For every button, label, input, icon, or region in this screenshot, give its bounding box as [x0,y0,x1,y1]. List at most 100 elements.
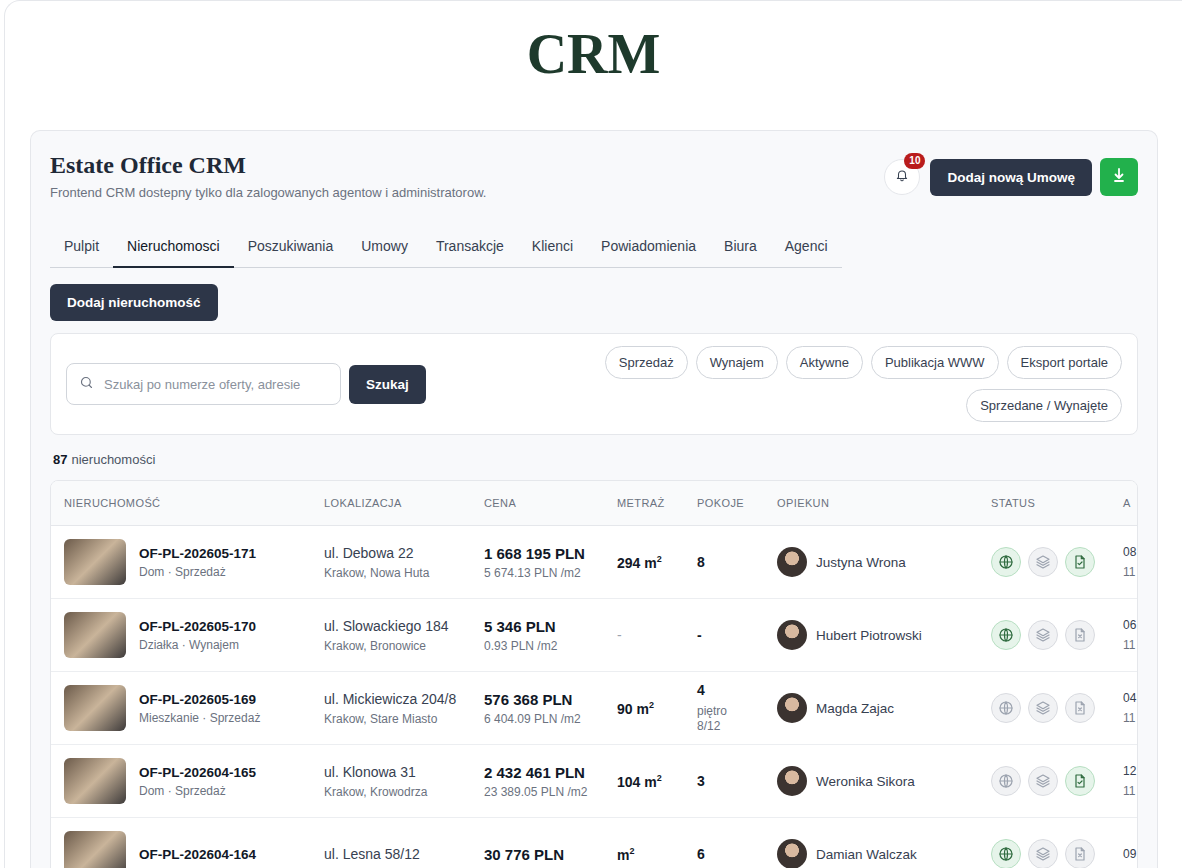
search-button[interactable]: Szukaj [349,365,426,404]
layers-icon[interactable] [1028,547,1058,577]
agent-name[interactable]: Hubert Piotrowski [816,628,922,643]
filter-chip[interactable]: Wynajem [696,346,778,379]
updated-date: 06 [1123,618,1138,632]
updated-time: 11 [1123,784,1138,798]
document-x-icon[interactable] [1065,693,1095,723]
document-check-icon[interactable] [1065,766,1095,796]
area-unit: m [633,700,649,716]
layers-icon[interactable] [1028,839,1058,868]
area-unit: m [617,846,629,862]
table-row[interactable]: OF-PL-202605-170 Działka · Wynajem ul. Slo… [51,599,1138,672]
document-x-icon[interactable] [1065,839,1095,868]
filter-chip[interactable]: Sprzedane / Wynajęte [966,389,1122,422]
filter-chip[interactable]: Eksport portale [1007,346,1122,379]
offer-number[interactable]: OF-PL-202605-169 [139,692,260,707]
add-contract-button[interactable]: Dodaj nową Umowę [930,159,1092,196]
agent-avatar [777,766,807,796]
property-cell: OF-PL-202605-169 Mieszkanie · Sprzedaż [64,685,307,731]
notifications-button[interactable]: 10 [884,159,920,195]
globe-icon[interactable] [991,620,1021,650]
rooms: 4 [697,682,760,698]
area: - [617,627,680,643]
property-type: Działka · Wynajem [139,638,256,652]
table-row[interactable]: OF-PL-202605-171Dom · Sprzedażul. Debowa… [51,526,1138,599]
offer-number[interactable]: OF-PL-202604-165 [139,765,256,780]
tab[interactable]: Poszukiwania [234,228,348,268]
globe-icon[interactable] [991,766,1021,796]
price-per-m2: 5 674.13 PLN /m2 [484,566,600,580]
document-check-icon[interactable] [1065,547,1095,577]
download-icon [1113,168,1125,186]
filter-chips: SprzedażWynajemAktywnePublikacja WWWEksp… [582,346,1122,422]
updated-date: 04 [1123,691,1138,705]
agent-name[interactable]: Magda Zajac [816,701,894,716]
tab[interactable]: Nieruchomosci [113,228,234,268]
tab[interactable]: Agenci [771,228,842,268]
area: 104 m2 [617,773,680,790]
column-header[interactable]: POKOJE [684,481,764,526]
search-input[interactable] [102,376,328,393]
layers-icon[interactable] [1028,620,1058,650]
area-unit-exponent: 2 [629,846,634,856]
tab[interactable]: Umowy [347,228,422,268]
area-value: - [617,627,622,643]
floor: piętro8/12 [697,704,760,734]
download-button[interactable] [1100,158,1138,196]
column-header[interactable]: OPIEKUN [764,481,978,526]
price: 5 346 PLN [484,618,600,635]
agent-name[interactable]: Justyna Wrona [816,555,906,570]
filter-chip[interactable]: Aktywne [786,346,863,379]
add-property-button[interactable]: Dodaj nieruchomość [50,284,218,321]
agent-name[interactable]: Damian Walczak [816,847,917,862]
column-header[interactable]: CENA [471,481,604,526]
column-header[interactable]: A [1110,481,1138,526]
city: Krakow, Nowa Huta [324,566,467,580]
price: 30 776 PLN [484,846,600,863]
document-x-icon[interactable] [1065,620,1095,650]
globe-icon[interactable] [991,693,1021,723]
agent-avatar [777,693,807,723]
property-cell: OF-PL-202604-165Dom · Sprzedaż [64,758,307,804]
filter-chip[interactable]: Publikacja WWW [871,346,999,379]
agent-avatar [777,547,807,577]
column-header[interactable]: METRAŻ [604,481,684,526]
filter-panel: Szukaj SprzedażWynajemAktywnePublikacja W… [50,333,1138,435]
notification-badge: 10 [904,153,925,169]
offer-number[interactable]: OF-PL-202605-171 [139,546,256,561]
tab[interactable]: Transakcje [422,228,518,268]
table-row[interactable]: OF-PL-202605-169Mieszkanie · Sprzedażul.… [51,672,1138,745]
area-unit-exponent: 2 [657,773,662,783]
tab[interactable]: Biura [710,228,771,268]
column-header[interactable]: NIERUCHOMOŚĆ [51,481,311,526]
tab[interactable]: Klienci [518,228,587,268]
filter-chip[interactable]: Sprzedaż [605,346,688,379]
property-photo [64,685,126,731]
city: Krakow, Krowodrza [324,785,467,799]
column-header[interactable]: LOKALIZACJA [311,481,471,526]
offer-number[interactable]: OF-PL-202604-164 [139,847,256,862]
price-per-m2: 23 389.05 PLN /m2 [484,785,600,799]
area: m2 [617,846,680,863]
table-row[interactable]: OF-PL-202604-164 ul. Lesna 58/12 30 776 PL… [51,818,1138,868]
city: Krakow, Bronowice [324,639,467,653]
agent-name[interactable]: Weronika Sikora [816,774,915,789]
layers-icon[interactable] [1028,693,1058,723]
updated-time: 11 [1123,638,1138,652]
property-type: Mieszkanie · Sprzedaż [139,711,260,725]
agent: Damian Walczak [777,839,974,868]
street: ul. Slowackiego 184 [324,618,467,635]
tab[interactable]: Powiadomienia [587,228,710,268]
table-row[interactable]: OF-PL-202604-165Dom · Sprzedażul. Klonow… [51,745,1138,818]
area: 90 m2 [617,700,680,717]
floor-value: 8/12 [697,719,760,734]
updated-time: 11 [1123,565,1138,579]
column-header[interactable]: STATUS [978,481,1110,526]
globe-icon[interactable] [991,839,1021,868]
tab[interactable]: Pulpit [50,228,113,268]
globe-icon[interactable] [991,547,1021,577]
street: ul. Lesna 58/12 [324,846,467,863]
area-value: 294 [617,554,640,570]
offer-number[interactable]: OF-PL-202605-170 [139,619,256,634]
layers-icon[interactable] [1028,766,1058,796]
agent: Magda Zajac [777,693,974,723]
